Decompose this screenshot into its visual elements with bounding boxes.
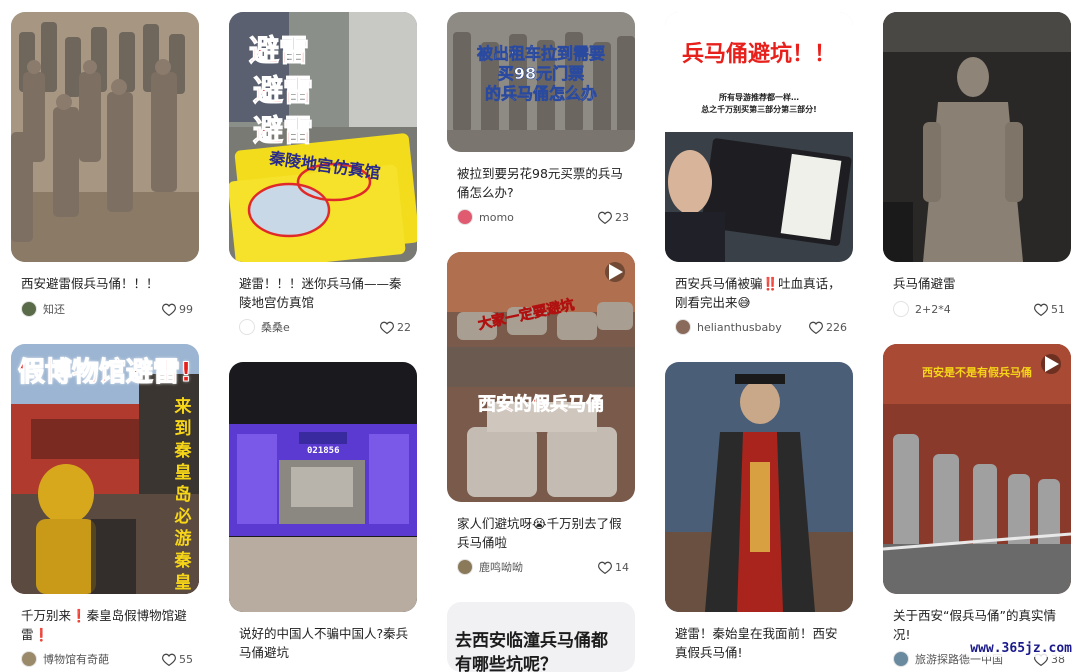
note-title[interactable]: 兵马俑避雷 [893, 274, 1065, 294]
note-meta: 鹿鸣呦呦 14 [457, 558, 629, 576]
author-avatar[interactable] [893, 301, 909, 317]
cover-line-2: 避雷 [253, 74, 314, 110]
play-icon [609, 264, 623, 280]
note-cover-image[interactable]: 去西安临潼兵马俑都 有哪些坑呢？ [447, 602, 635, 672]
single-warrior-photo-icon [883, 12, 1071, 262]
like-button[interactable]: 226 [809, 321, 847, 334]
like-count: 23 [615, 210, 629, 224]
author-avatar[interactable] [457, 209, 473, 225]
heart-icon [598, 211, 612, 224]
like-count: 22 [397, 320, 411, 334]
note-title[interactable]: 避雷！秦始皇在我面前！西安真假兵马俑! [675, 624, 847, 662]
note-meta: 知还 99 [21, 300, 193, 318]
heart-icon [162, 303, 176, 316]
cover-sub-text-1: 所有导游推荐都一样… [719, 93, 799, 102]
note-cover-image[interactable]: 被出租车拉到需要 买98元门票 的兵马俑怎么办 [447, 12, 635, 152]
note-meta: 2+2*4 51 [893, 300, 1065, 318]
author-avatar[interactable] [239, 319, 255, 335]
author-avatar[interactable] [675, 319, 691, 335]
cover-sub-text-2: 总之千万别买第三部分第三部分! [701, 105, 817, 114]
cover-head-text: 兵马俑避坑！！ [681, 42, 836, 67]
author-name[interactable]: 鹿鸣呦呦 [479, 559, 592, 575]
cover-line-1: 避雷 [249, 34, 310, 70]
note-title[interactable]: 说好的中国人不骗中国人?秦兵马俑避坑 [239, 624, 411, 662]
cover-line-1: 去西安临潼兵马俑都 [455, 631, 608, 651]
site-watermark: www.365jz.com [966, 640, 1076, 657]
note-meta: helianthusbaby 226 [675, 318, 847, 336]
screen-display-photo-icon [229, 362, 417, 612]
like-count: 55 [179, 652, 193, 666]
fake-army-photo-icon [447, 252, 635, 502]
note-cover-image[interactable] [665, 362, 853, 612]
heart-icon [380, 321, 394, 334]
author-name[interactable]: 桑桑e [261, 319, 374, 335]
note-title[interactable]: 家人们避坑呀😭千万别去了假兵马俑啦 [457, 514, 629, 552]
like-button[interactable]: 55 [162, 653, 193, 666]
author-name[interactable]: 博物馆有奇葩 [43, 651, 156, 667]
like-count: 51 [1051, 302, 1065, 316]
heart-icon [809, 321, 823, 334]
like-button[interactable]: 51 [1034, 303, 1065, 316]
like-button[interactable]: 99 [162, 303, 193, 316]
author-avatar[interactable] [893, 651, 909, 667]
heart-icon [598, 561, 612, 574]
terracotta-army-photo-icon [11, 12, 199, 262]
cover-line-3: 避雷 [253, 114, 314, 150]
note-title[interactable]: 西安兵马俑被骗‼️吐血真话，刚看完出来😅 [675, 274, 847, 312]
heart-icon [162, 653, 176, 666]
video-play-badge [1041, 354, 1061, 374]
note-meta: momo 23 [457, 208, 629, 226]
like-button[interactable]: 23 [598, 211, 629, 224]
video-play-badge [605, 262, 625, 282]
note-cover-image[interactable]: 西安是不是有假兵马俑 [883, 344, 1071, 594]
note-cover-image[interactable] [883, 12, 1071, 262]
note-cover-image[interactable]: 兵马俑避坑！！ 所有导游推荐都一样… 总之千万别买第三部分第三部分! [665, 12, 853, 262]
like-button[interactable]: 14 [598, 561, 629, 574]
author-avatar[interactable] [21, 301, 37, 317]
museum-warriors-photo-icon [883, 344, 1071, 594]
cover-mid-text: 西安的假兵马俑 [478, 394, 605, 416]
note-meta: 博物馆有奇葩 55 [21, 650, 193, 668]
cover-line-2: 有哪些坑呢？ [455, 655, 557, 672]
cover-side-text: 来到秦皇岛必游秦皇宫 [174, 397, 192, 593]
note-title[interactable]: 避雷！！！迷你兵马俑——秦陵地宫仿真馆 [239, 274, 411, 312]
author-avatar[interactable] [21, 651, 37, 667]
play-icon [1045, 356, 1059, 372]
note-cover-image[interactable] [11, 12, 199, 262]
author-name[interactable]: helianthusbaby [697, 321, 803, 334]
author-name[interactable]: 2+2*4 [915, 303, 1028, 316]
emperor-statue-photo-icon [665, 362, 853, 612]
cover-line-3: 的兵马俑怎么办 [484, 84, 598, 104]
like-count: 14 [615, 560, 629, 574]
note-meta: 桑桑e 22 [239, 318, 411, 336]
note-title[interactable]: 关于西安“假兵马俑”的真实情况! [893, 606, 1065, 644]
author-avatar[interactable] [457, 559, 473, 575]
note-cover-image[interactable]: 大家一定要避坑 西安的假兵马俑 [447, 252, 635, 502]
author-name[interactable]: momo [479, 211, 592, 224]
note-title[interactable]: 被拉到要另花98元买票的兵马俑怎么办? [457, 164, 629, 202]
screen-counter: 021856 [307, 446, 340, 456]
note-title[interactable]: 西安避雷假兵马俑！！！ [21, 274, 193, 294]
cover-banner-text: 假博物馆避雷! [17, 357, 193, 389]
heart-icon [1034, 303, 1048, 316]
note-cover-image[interactable]: 021856 [229, 362, 417, 612]
like-count: 226 [826, 320, 847, 334]
like-count: 99 [179, 302, 193, 316]
note-cover-image[interactable]: 避雷 避雷 避雷 秦陵地宫仿真馆 [229, 12, 417, 262]
note-cover-image[interactable]: 假博物馆避雷! 来到秦皇岛必游秦皇宫 [11, 344, 199, 594]
note-title[interactable]: 千万别来❗️秦皇岛假博物馆避雷❗️ [21, 606, 193, 644]
author-name[interactable]: 知还 [43, 301, 156, 317]
like-button[interactable]: 22 [380, 321, 411, 334]
